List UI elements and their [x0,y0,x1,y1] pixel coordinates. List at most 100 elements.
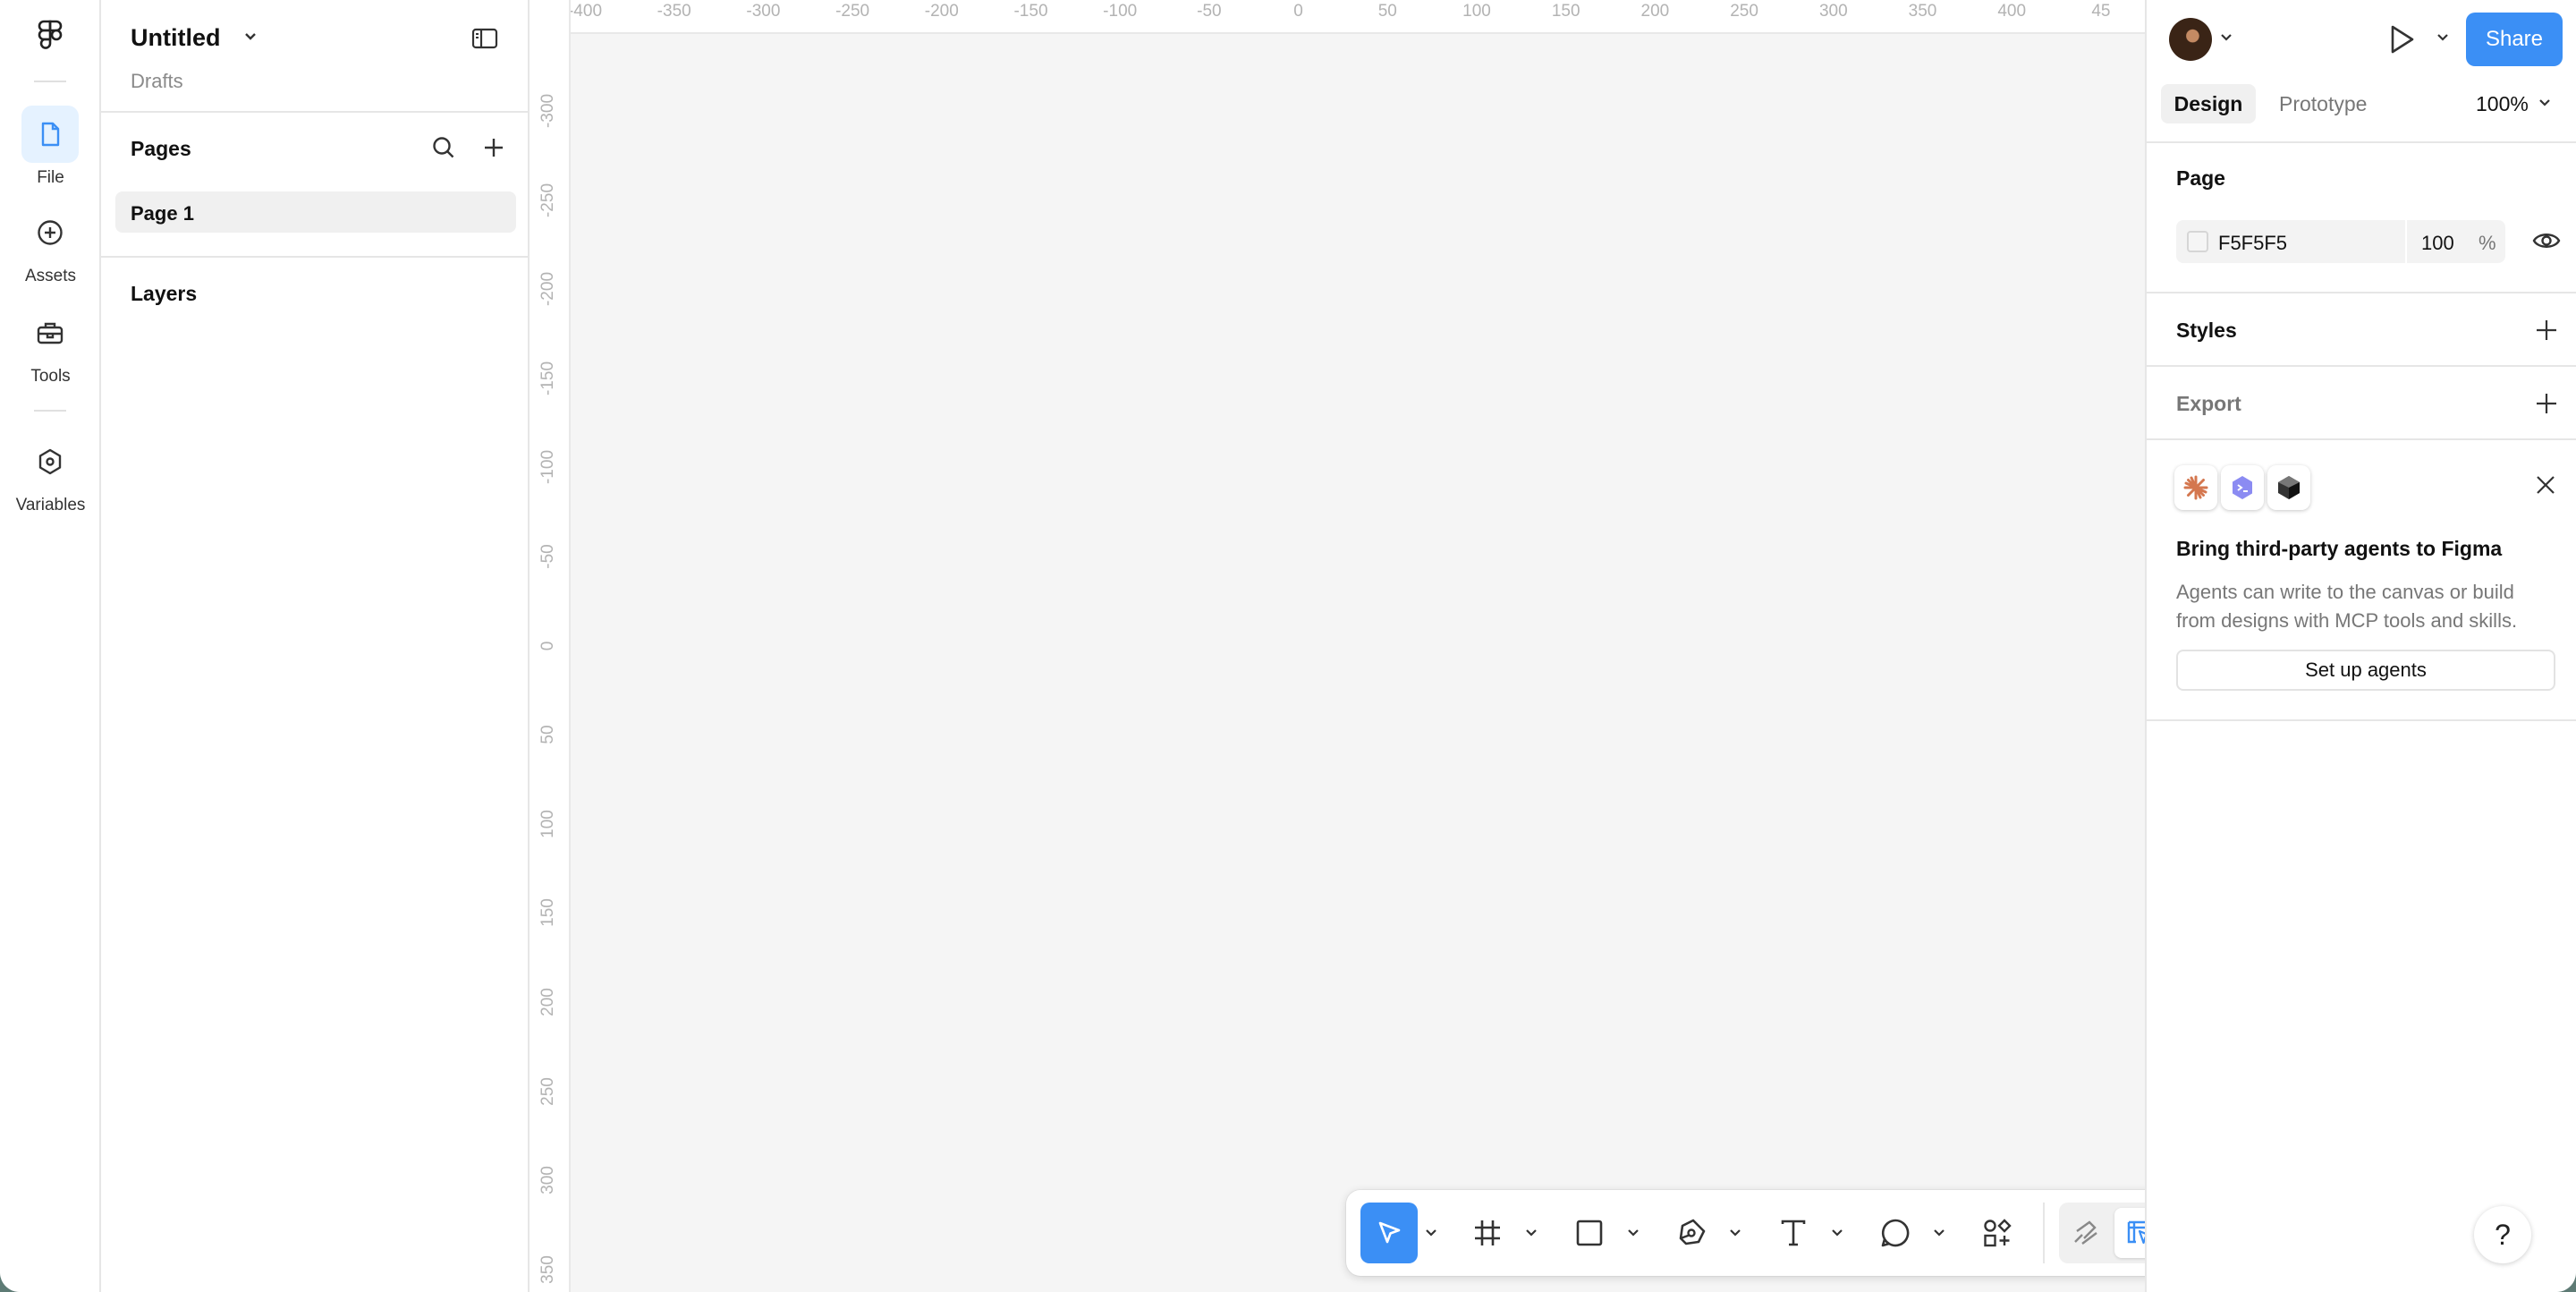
right-panel: Share Design Prototype 100% Page F5F5F5 … [2145,0,2576,1292]
bottom-toolbar [1346,1190,2145,1276]
play-icon[interactable] [2386,23,2417,55]
rail-item-assets[interactable]: Assets [0,204,101,293]
ruler-tick-label: -50 [538,544,557,569]
plus-circle-icon [21,204,79,261]
rail-label: Tools [30,367,71,386]
move-tool-menu[interactable] [1421,1203,1441,1263]
file-title[interactable]: Untitled [131,24,221,52]
add-page-icon[interactable] [480,134,507,161]
tab-design[interactable]: Design [2161,84,2256,123]
add-export-icon[interactable] [2533,390,2560,417]
pen-tool[interactable] [1663,1203,1720,1263]
add-style-icon[interactable] [2533,317,2560,344]
eye-icon[interactable] [2531,229,2562,252]
chevron-down-icon [1832,1229,1843,1237]
canvas[interactable]: -400 -350 -300 -250 -200 -150 -100 -50 0 50 100 150… [531,0,2145,1292]
toolbar-divider [2043,1203,2045,1263]
ruler-tick-label: -350 [657,2,691,21]
user-avatar[interactable] [2169,18,2212,61]
chevron-down-icon [1730,1229,1741,1237]
ruler-tick-label: 100 [1462,2,1491,21]
left-rail: File Assets Tools Variables [0,0,101,1292]
page-section-title: Page [2176,166,2225,190]
file-location[interactable]: Drafts [131,70,183,93]
ruler-tick-label: -200 [538,272,557,307]
tab-prototype[interactable]: Prototype [2279,92,2367,116]
help-button[interactable]: ? [2474,1206,2531,1263]
draw-icon [2074,1220,2097,1245]
chevron-down-icon [1526,1229,1537,1237]
actions-tool[interactable] [1969,1203,2026,1263]
ruler-tick-label: 250 [538,1076,557,1106]
mode-switcher [2059,1203,2145,1263]
setup-agents-button[interactable]: Set up agents [2176,650,2555,691]
zoom-level[interactable]: 100% [2476,92,2529,116]
figma-logo-icon[interactable] [36,20,64,59]
ruler-tick-label: -300 [538,93,557,129]
page-fill-row[interactable]: F5F5F5 100 % [2176,220,2505,263]
search-icon[interactable] [430,134,457,161]
ruler-tick-label: -250 [538,183,557,217]
fill-opacity-input[interactable]: 100 [2421,232,2454,255]
promo-body: Agents can write to the canvas or build … [2176,581,2518,632]
page-item[interactable]: Page 1 [115,191,516,233]
draw-mode-button[interactable] [2061,1208,2111,1258]
frame-tool[interactable] [1459,1203,1516,1263]
ruler-tick-label: 100 [538,809,557,838]
horizontal-ruler: -400 -350 -300 -250 -200 -150 -100 -50 0 50 100 150… [568,0,2145,34]
ruler-tick-label: 200 [1640,2,1670,21]
ruler-tick-label: -100 [538,450,557,485]
ruler-tick-label: 300 [1818,2,1848,21]
page-item-label: Page 1 [131,202,194,225]
pages-title: Pages [131,137,191,160]
rail-item-tools[interactable]: Tools [0,304,101,394]
frame-icon [1475,1220,1500,1245]
opacity-unit: % [2479,232,2496,254]
ruler-tick-label: -150 [1013,2,1048,21]
rail-item-variables[interactable]: Variables [0,433,101,523]
text-tool-menu[interactable] [1827,1203,1847,1263]
cursor-icon [1378,1221,1401,1244]
rail-label: Assets [24,267,77,285]
rail-item-file[interactable]: File [0,106,101,195]
color-swatch[interactable] [2187,231,2208,252]
comment-tool-menu[interactable] [1929,1203,1949,1263]
sidebar-toggle-icon[interactable] [471,27,498,50]
design-mode-button[interactable] [2114,1208,2145,1258]
comment-icon [1881,1219,1910,1247]
chevron-down-icon[interactable] [242,30,258,43]
ruler-tick-label: 300 [538,1166,557,1195]
fill-hex-input[interactable]: F5F5F5 [2218,232,2287,255]
figma-app: File Assets Tools Variables Untitled Dra… [0,0,2576,1292]
chevron-down-icon [1628,1229,1639,1237]
chevron-down-icon[interactable] [2436,33,2449,42]
ruler-tick-label: -250 [835,2,870,21]
ruler-tick-label: 0 [1293,2,1303,21]
toolbox-icon [21,304,79,361]
close-icon[interactable] [2533,472,2558,497]
file-icon [21,106,79,163]
claude-logo-icon [2174,465,2217,510]
ruler-tick-label: -150 [538,361,557,395]
chevron-down-icon[interactable] [2538,98,2551,107]
divider [2147,141,2576,143]
rail-divider [34,410,66,412]
styles-title: Styles [2176,319,2237,342]
rectangle-tool[interactable] [1561,1203,1618,1263]
chevron-down-icon[interactable] [2220,33,2233,42]
rectangle-tool-menu[interactable] [1623,1203,1643,1263]
rail-label: Variables [15,496,86,514]
share-button[interactable]: Share [2466,13,2563,66]
ruler-tick-label: -50 [1197,2,1222,21]
frame-tool-menu[interactable] [1521,1203,1541,1263]
pen-tool-menu[interactable] [1725,1203,1745,1263]
ruler-tick-label: 350 [1908,2,1937,21]
move-tool[interactable] [1360,1203,1418,1263]
divider [101,111,530,113]
comment-tool[interactable] [1867,1203,1924,1263]
ruler-tick-label: 150 [1551,2,1580,21]
text-tool[interactable] [1765,1203,1822,1263]
chevron-down-icon [1426,1229,1436,1237]
ruler-tick-label: -100 [1103,2,1138,21]
left-panel: Untitled Drafts Pages Page 1 Layers [101,0,530,1292]
